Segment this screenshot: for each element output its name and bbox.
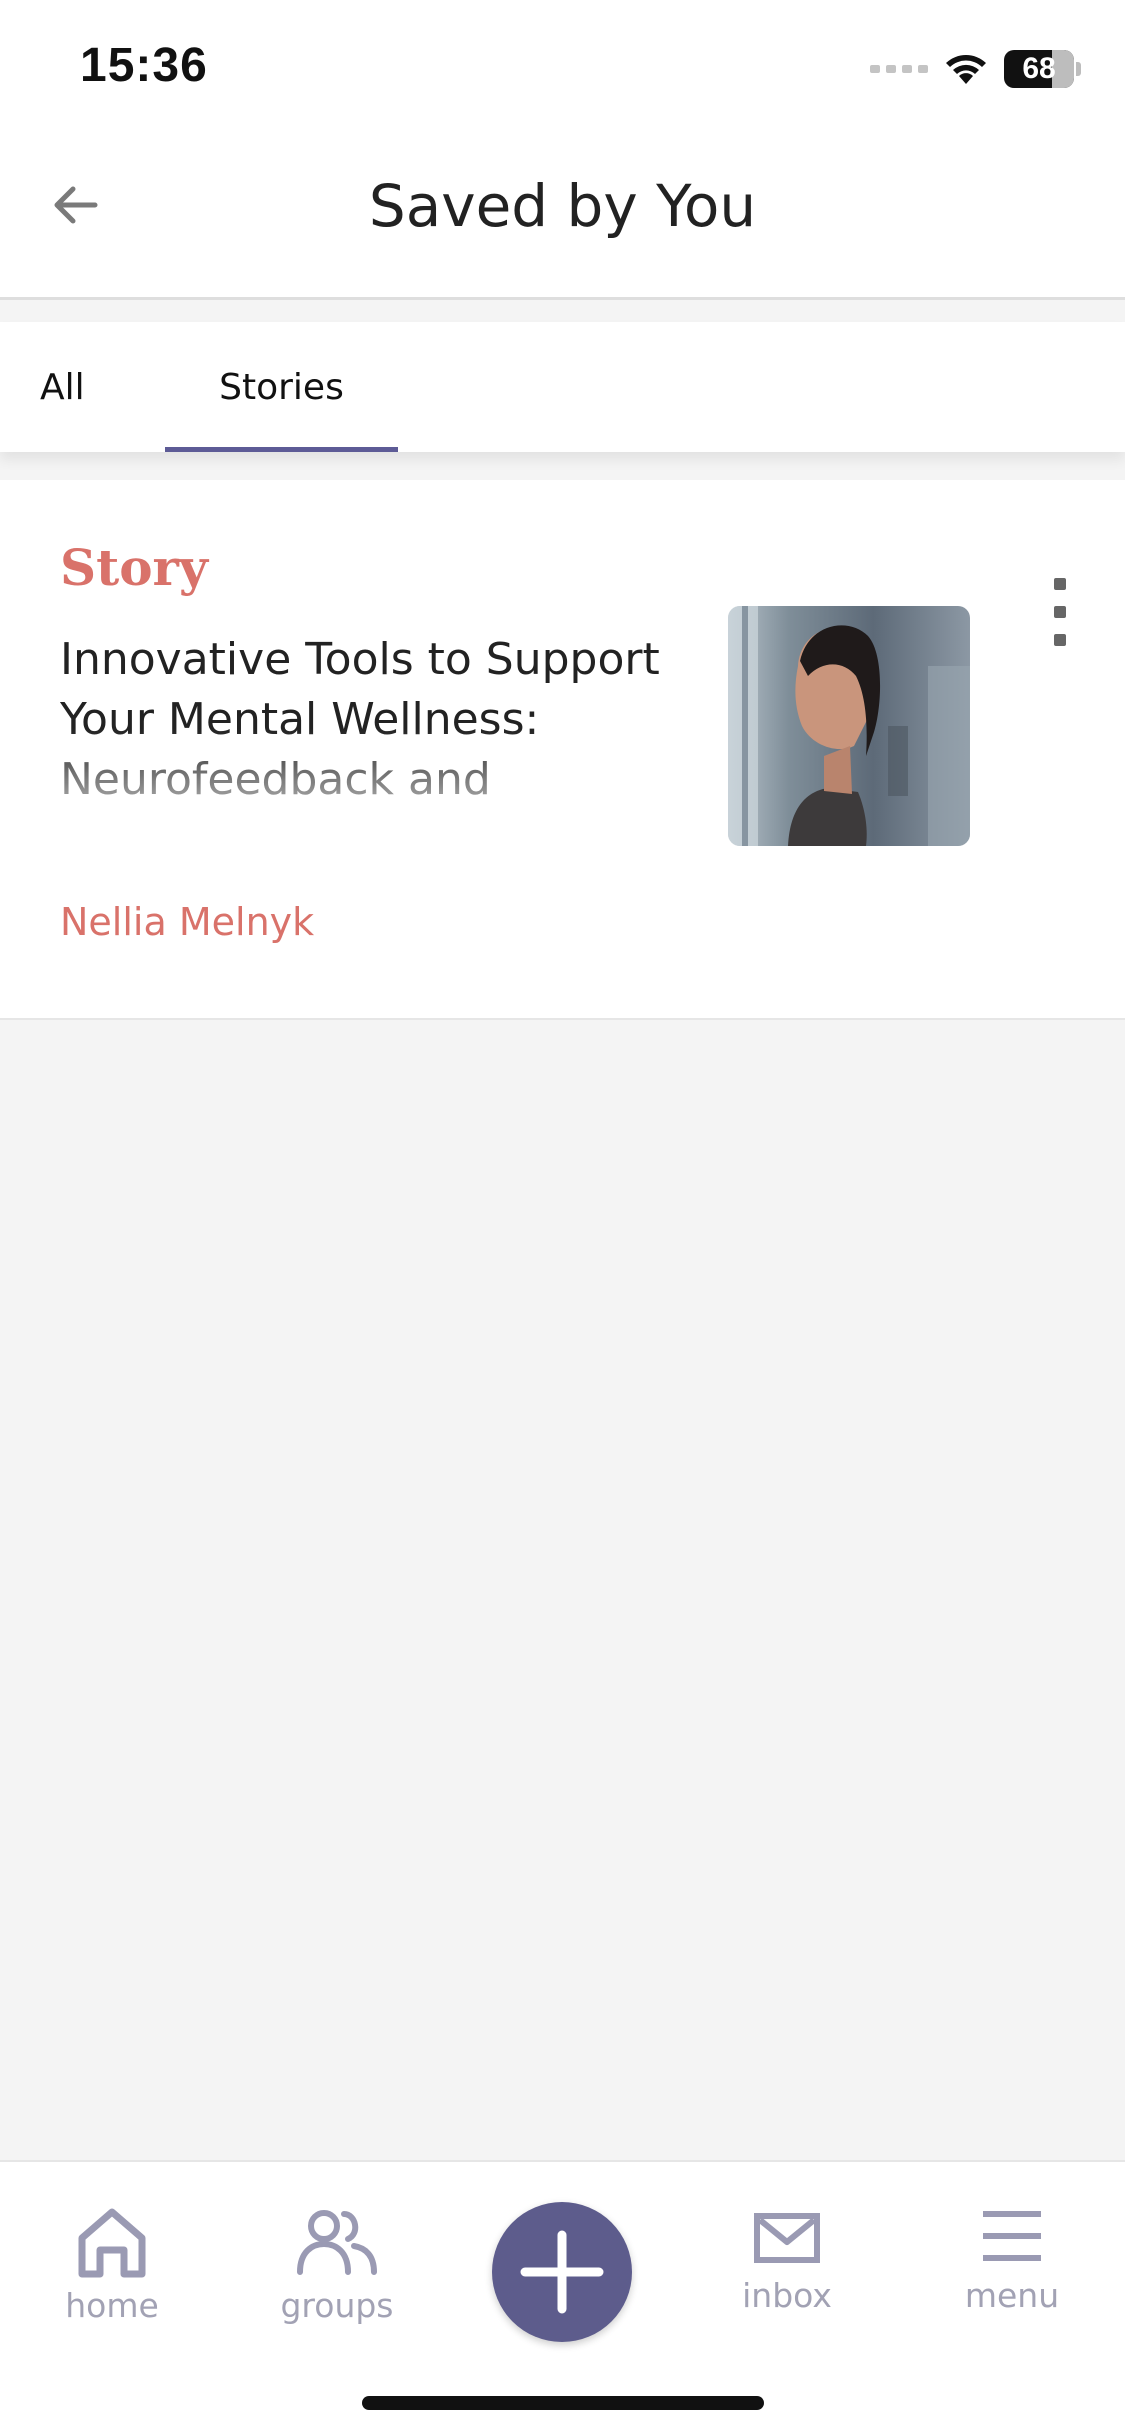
status-time: 15:36	[80, 39, 208, 92]
wifi-icon	[946, 55, 986, 84]
nav-menu-label: menu	[964, 2276, 1060, 2315]
envelope-icon	[754, 2213, 820, 2263]
battery-level: 68	[1022, 52, 1056, 85]
header: Saved by You	[0, 140, 1125, 300]
tab-bar: All Stories	[0, 322, 1125, 452]
tab-stories-label: Stories	[219, 366, 344, 408]
page-title: Saved by You	[368, 172, 757, 240]
create-button[interactable]	[492, 2202, 632, 2342]
groups-icon	[297, 2210, 377, 2275]
battery-icon: 68	[1004, 50, 1074, 88]
tab-all[interactable]: All	[40, 322, 130, 452]
more-options-button[interactable]	[1040, 572, 1080, 652]
status-indicators: 68	[870, 46, 1081, 92]
tab-stories[interactable]: Stories	[165, 322, 398, 452]
tab-all-label: All	[40, 366, 85, 408]
nav-menu[interactable]: menu	[922, 2202, 1102, 2352]
hamburger-menu-icon	[983, 2211, 1041, 2261]
saved-story-card[interactable]: Story Innovative Tools to Support Your M…	[0, 480, 1125, 1020]
story-author[interactable]: Nellia Melnyk	[60, 900, 314, 944]
home-indicator	[362, 2396, 764, 2410]
nav-inbox-label: inbox	[742, 2276, 832, 2315]
nav-home[interactable]: home	[22, 2202, 202, 2352]
story-title[interactable]: Innovative Tools to Support Your Mental …	[60, 630, 670, 810]
story-thumbnail[interactable]	[728, 606, 970, 846]
nav-groups-label: groups	[280, 2286, 394, 2325]
nav-inbox[interactable]: inbox	[697, 2202, 877, 2352]
bottom-navigation: home groups inbox menu	[0, 2160, 1125, 2436]
plus-icon	[520, 2230, 604, 2314]
status-bar: 15:36 68	[0, 0, 1125, 140]
home-icon	[78, 2208, 146, 2278]
nav-groups[interactable]: groups	[247, 2202, 427, 2352]
woman-portrait-image	[728, 606, 970, 846]
story-type-label: Story	[60, 538, 208, 597]
nav-home-label: home	[65, 2286, 159, 2325]
cellular-signal-icon	[870, 65, 928, 73]
